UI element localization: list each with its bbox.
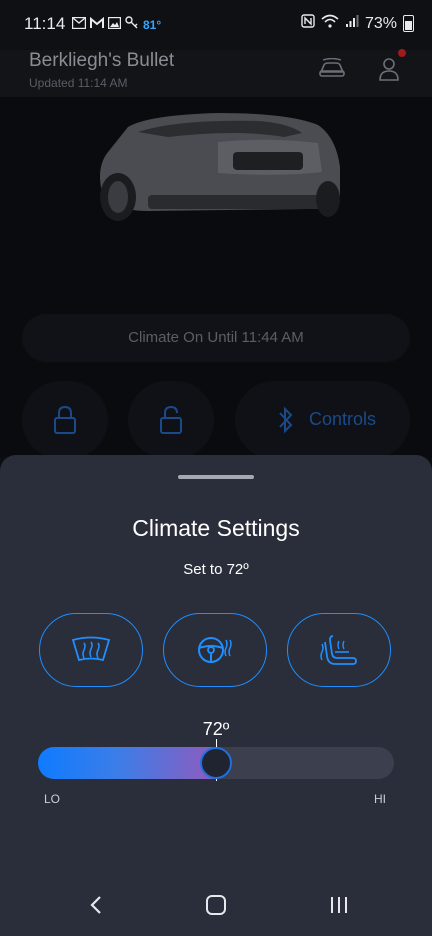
- status-time: 11:14: [24, 14, 66, 33]
- mail-icon: [71, 16, 87, 34]
- battery-percent: 73%: [364, 14, 397, 32]
- sheet-drag-handle[interactable]: [178, 475, 254, 479]
- climate-status-text: Climate On Until 11:44 AM: [128, 329, 304, 346]
- signal-icon: [345, 14, 359, 33]
- temperature-value: 72º: [202, 719, 230, 739]
- slider-thumb[interactable]: [200, 747, 232, 779]
- android-nav-bar: [0, 876, 432, 936]
- notification-icons: 81°: [71, 16, 162, 34]
- battery-icon: [403, 15, 414, 32]
- heated-seat-button[interactable]: [287, 613, 391, 687]
- unlock-button[interactable]: [128, 381, 214, 459]
- climate-settings-sheet: Climate Settings Set to 72º 72º LO HI: [0, 455, 432, 936]
- notification-dot: [398, 49, 406, 57]
- lock-button[interactable]: [22, 381, 108, 459]
- slider-max-label: HI: [374, 792, 386, 806]
- nfc-icon: [301, 14, 315, 33]
- status-temperature: 81°: [143, 18, 162, 32]
- image-icon: [107, 16, 122, 34]
- back-icon[interactable]: [86, 894, 108, 916]
- gmail-icon: [90, 16, 104, 34]
- updated-time: Updated 11:14 AM: [29, 76, 128, 90]
- slider-fill: [38, 747, 216, 779]
- heated-steering-wheel-icon: [198, 637, 232, 663]
- controls-button[interactable]: Controls: [235, 381, 410, 459]
- set-temperature-text: Set to 72º: [183, 561, 249, 578]
- home-icon[interactable]: [206, 895, 226, 915]
- bluetooth-icon: [279, 406, 293, 434]
- status-bar: 11:14 81° 73%: [0, 0, 432, 50]
- heated-seat-icon: [320, 635, 357, 665]
- app-header: Berkliegh's Bullet Updated 11:14 AM: [0, 50, 432, 97]
- profile-icon[interactable]: [376, 56, 402, 82]
- climate-status-pill[interactable]: Climate On Until 11:44 AM: [22, 314, 410, 362]
- key-icon: [125, 16, 139, 34]
- status-right: 73%: [301, 14, 414, 33]
- vehicle-switch-icon[interactable]: [318, 57, 346, 80]
- lock-icon: [54, 405, 76, 434]
- sheet-title: Climate Settings: [132, 515, 300, 541]
- slider-min-label: LO: [44, 792, 61, 806]
- unlock-icon: [160, 405, 182, 434]
- controls-label: Controls: [309, 409, 377, 429]
- windshield-defrost-icon: [71, 636, 111, 662]
- heated-steering-wheel-button[interactable]: [163, 613, 267, 687]
- vehicle-name: Berkliegh's Bullet: [29, 50, 175, 71]
- vehicle-image: [100, 113, 340, 221]
- recent-apps-icon[interactable]: [328, 895, 350, 915]
- windshield-defrost-button[interactable]: [39, 613, 143, 687]
- wifi-icon: [321, 14, 339, 33]
